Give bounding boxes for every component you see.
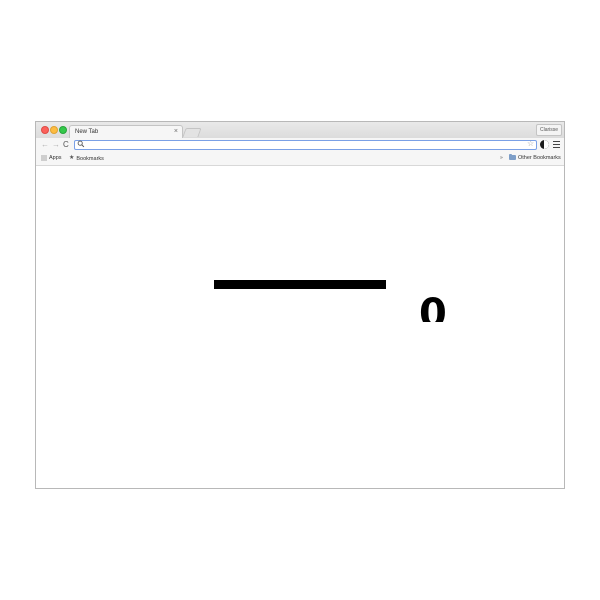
apps-label: Apps <box>49 155 62 161</box>
apps-shortcut[interactable]: Apps <box>41 152 62 165</box>
search-icon <box>77 140 85 148</box>
toolbar: ← → C ☆ <box>36 138 564 152</box>
chevron-icon[interactable]: » <box>500 152 503 165</box>
menu-icon[interactable] <box>553 141 560 150</box>
tab-new-tab[interactable]: New Tab × <box>69 125 183 138</box>
close-tab-icon[interactable]: × <box>174 127 178 137</box>
screen: New Tab × Clarisse ← → C ☆ Apps ★ Bookma… <box>0 0 600 600</box>
browser-window: New Tab × Clarisse ← → C ☆ Apps ★ Bookma… <box>35 121 565 489</box>
apps-grid-icon <box>41 154 47 161</box>
digit-glyph: 0 <box>419 294 445 322</box>
tab-title: New Tab <box>75 129 99 135</box>
forward-arrow-icon[interactable]: → <box>52 139 60 151</box>
horizontal-bar-glyph <box>214 280 386 289</box>
back-arrow-icon[interactable]: ← <box>41 139 49 151</box>
address-bar[interactable] <box>74 140 537 150</box>
close-window-button[interactable] <box>41 126 49 134</box>
other-bookmarks-folder[interactable]: Other Bookmarks <box>509 152 561 165</box>
maximize-window-button[interactable] <box>59 126 67 134</box>
new-tab-button[interactable] <box>182 128 202 137</box>
page-content: 0 <box>36 166 564 488</box>
digit-glyph-text: 0 <box>419 294 445 322</box>
profile-button[interactable]: Clarisse <box>536 124 562 136</box>
bookmarks-bar: Apps ★ Bookmarks » Other Bookmarks <box>36 152 564 166</box>
other-bookmarks-label: Other Bookmarks <box>518 155 561 161</box>
folder-icon <box>509 154 516 161</box>
bookmark-star-icon[interactable]: ☆ <box>527 139 534 149</box>
extension-icon[interactable] <box>540 140 549 149</box>
address-input[interactable] <box>87 141 527 149</box>
star-icon: ★ <box>69 155 75 161</box>
bookmarks-folder[interactable]: ★ Bookmarks <box>69 152 104 165</box>
minimize-window-button[interactable] <box>50 126 58 134</box>
tab-strip: New Tab × Clarisse <box>36 122 564 138</box>
reload-icon[interactable]: C <box>63 139 69 151</box>
bookmarks-label: Bookmarks <box>76 155 104 162</box>
